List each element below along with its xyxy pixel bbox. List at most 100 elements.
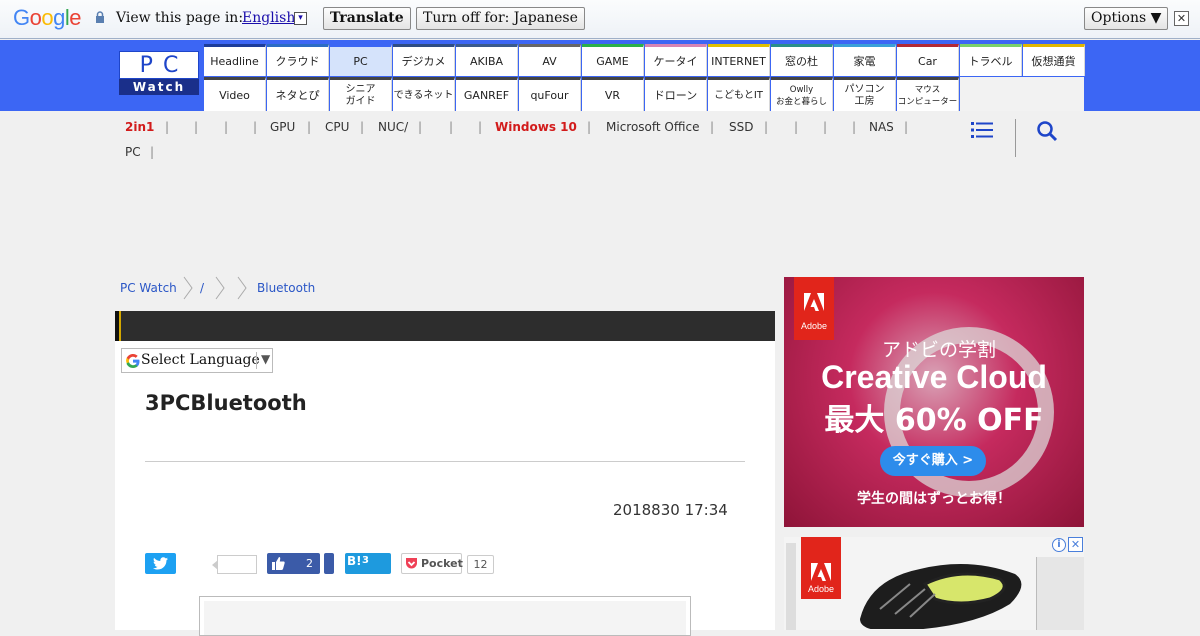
tag-separator: | [587,120,592,134]
nav-top-item[interactable]: INTERNET [708,44,770,76]
ad-shoe-image [860,564,1022,629]
tag-link[interactable]: CPU [325,120,349,134]
pc-watch-logo[interactable]: PC Watch [119,51,199,95]
adobe-a-icon [804,293,824,311]
twitter-icon [153,557,168,570]
header-divider [1015,119,1016,157]
tag-separator: | [307,120,312,134]
tag-separator: | [150,145,155,159]
nav-bottom-item[interactable]: こどもとIT [708,77,770,111]
adobe-ad-banner[interactable]: Adobe アドビの学割 Creative Cloud 最大 60% OFF 今… [784,277,1084,527]
facebook-like-button[interactable]: 2 [267,553,320,574]
nav-top-item[interactable]: ケータイ [645,44,707,76]
adobe-a-icon [811,563,831,581]
menu-icon[interactable] [971,121,993,139]
nav-bottom-item[interactable]: GANREF [456,77,518,111]
ad-info-icon[interactable]: i [1052,538,1066,552]
turn-off-button[interactable]: Turn off for: Japanese [416,7,585,30]
facebook-share-segment[interactable] [324,553,334,574]
nav-bottom-item[interactable]: マウス コンピューター [897,77,959,111]
pocket-button[interactable]: Pocket [401,553,463,574]
ad-layers-panel [1036,557,1084,630]
ad-buy-button[interactable]: 今すぐ購入 > [880,446,986,476]
language-dropdown-icon[interactable]: ▾ [294,12,307,25]
tag-separator: | [224,120,229,134]
options-button[interactable]: Options ▼ [1084,7,1169,30]
nav-top-item[interactable]: PC [330,44,392,76]
breadcrumb-chevron-icon [215,276,225,300]
breadcrumb-category[interactable]: / [200,281,204,295]
tag-separator: | [418,120,423,134]
nav-bottom-item[interactable]: できるネット [393,77,455,111]
nav-bottom-item[interactable]: ネタとぴ [267,77,329,111]
select-language-dropdown[interactable]: Select Language ▼ [121,348,273,373]
tag-separator: | [165,120,170,134]
logo-watch: Watch [119,79,199,95]
nav-top-item[interactable]: 家電 [834,44,896,76]
article-date: 2018830 17:34 [613,501,728,519]
nav-empty-cells [960,77,1084,111]
adobe-wordmark: Adobe [807,584,835,594]
tag-separator: | [449,120,454,134]
twitter-share-button[interactable] [145,553,176,574]
nav-top-item[interactable]: AV [519,44,581,76]
adobe-logo: Adobe [794,277,834,340]
ad-toolbar [786,543,796,630]
lock-icon [96,11,104,23]
tag-link[interactable]: Microsoft Office [606,120,699,134]
tag-link[interactable]: PC [125,145,141,159]
tag-link[interactable]: 2in1 [125,120,154,134]
breadcrumb-chevron-icon [237,276,247,300]
breadcrumb-current[interactable]: Bluetooth [257,281,315,295]
nav-top-item[interactable]: クラウド [267,44,329,76]
tag-link[interactable]: GPU [270,120,295,134]
title-divider [145,461,745,462]
hatena-count: 3 [362,555,369,566]
nav-bottom-item[interactable]: シニア ガイド [330,77,392,111]
ad-close-icon[interactable]: ✕ [1068,537,1083,552]
nav-top-item[interactable]: AKIBA [456,44,518,76]
nav-top-item[interactable]: 窓の杜 [771,44,833,76]
nav-bottom-item[interactable]: Owlly お金と暮らし [771,77,833,111]
logo-pc: PC [119,51,199,79]
nav-top-item[interactable]: Headline [204,44,266,76]
article-title: 3PCBluetooth [145,391,307,415]
tag-link[interactable]: NAS [869,120,894,134]
google-logo: Google [13,5,82,30]
nav-bottom-item[interactable]: VR [582,77,644,111]
facebook-like-count: 2 [306,557,313,570]
tag-separator: | [764,120,769,134]
search-icon[interactable] [1036,120,1058,142]
tag-link[interactable]: SSD [729,120,753,134]
select-language-label: Select Language [141,352,260,368]
tag-separator: | [794,120,799,134]
nav-bottom-item[interactable]: パソコン 工房 [834,77,896,111]
nav-bottom-item[interactable]: Video [204,77,266,111]
tag-link[interactable]: NUC/ [378,120,408,134]
pocket-count: 12 [467,555,494,574]
nav-top-item[interactable]: GAME [582,44,644,76]
language-link[interactable]: English [242,10,295,26]
article-header-bar [115,311,775,341]
nav-bottom-item[interactable]: ドローン [645,77,707,111]
tag-separator: | [823,120,828,134]
nav-top-item[interactable]: 仮想通貨 [1023,44,1085,76]
pocket-icon [406,558,417,569]
tag-separator: | [852,120,857,134]
breadcrumb-chevron-icon [183,276,193,300]
article-image-frame [199,596,691,636]
nav-top-item[interactable]: デジカメ [393,44,455,76]
view-page-text: View this page in: [116,10,244,26]
breadcrumb-home[interactable]: PC Watch [120,281,177,295]
tag-link[interactable]: Windows 10 [495,120,577,134]
nav-top-item[interactable]: Car [897,44,959,76]
nav-top-item[interactable]: トラベル [960,44,1022,76]
tag-separator: | [710,120,715,134]
translate-button[interactable]: Translate [323,7,411,30]
hatena-bookmark-button[interactable]: B! 3 [345,553,391,574]
close-icon[interactable]: ✕ [1174,11,1189,26]
adobe-ad-2[interactable]: Adobe i ✕ [784,537,1084,630]
ad-student-discount: アドビの学割 [881,339,996,361]
tag-separator: | [360,120,365,134]
nav-bottom-item[interactable]: quFour [519,77,581,111]
